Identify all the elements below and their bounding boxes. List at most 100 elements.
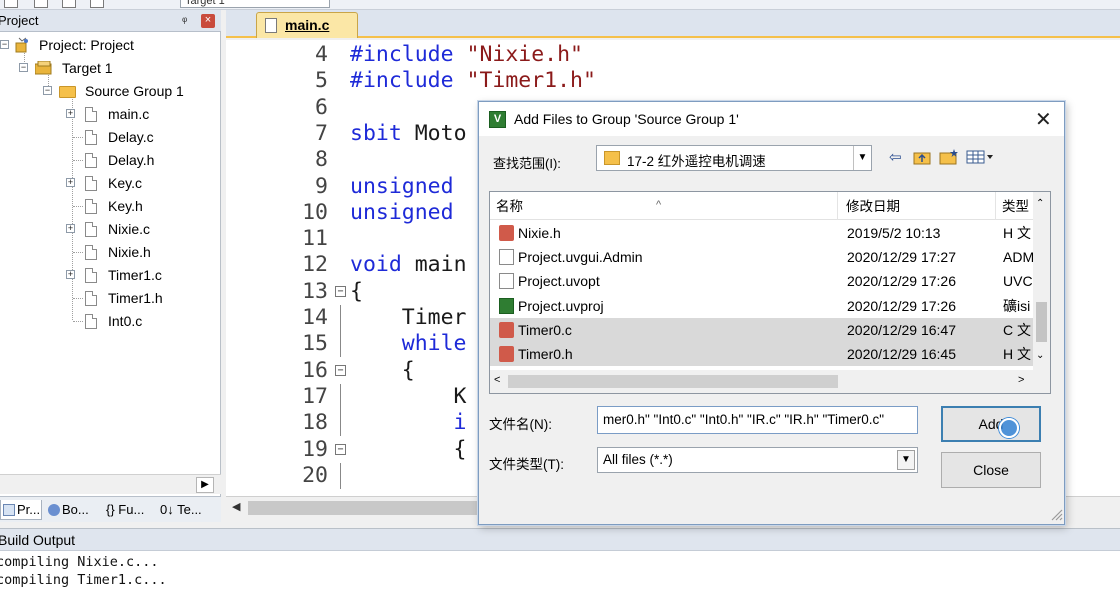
- tree-file[interactable]: Key.h: [0, 195, 221, 217]
- code-line[interactable]: 5 #include "Timer1.h": [226, 68, 1120, 94]
- lookin-select[interactable]: 17-2 红外遥控电机调速 ▼: [596, 145, 872, 171]
- text-file-icon: [499, 273, 514, 290]
- tab-main-c[interactable]: main.c: [256, 12, 358, 38]
- expand-icon[interactable]: +: [66, 270, 75, 279]
- tree-hscrollbar[interactable]: ▶: [0, 474, 221, 494]
- code-text: i: [350, 410, 467, 436]
- tab-templates[interactable]: 0↓ Te...: [158, 500, 214, 520]
- collapse-icon[interactable]: −: [0, 40, 9, 49]
- collapse-icon[interactable]: −: [19, 63, 28, 72]
- scroll-down-icon[interactable]: ⌄: [1036, 350, 1044, 361]
- tree-file[interactable]: Nixie.h: [0, 241, 221, 263]
- column-type[interactable]: 类型: [996, 192, 1034, 220]
- chevron-down-icon[interactable]: ▼: [897, 450, 915, 470]
- file-row[interactable]: Timer0.c 2020/12/29 16:47 C 文: [490, 317, 1033, 342]
- tree-file[interactable]: + Timer1.c: [0, 264, 221, 286]
- fold-toggle-icon[interactable]: −: [335, 364, 346, 376]
- code-text: while: [350, 331, 467, 357]
- scroll-thumb[interactable]: [508, 375, 838, 388]
- code-token: unsigned: [350, 173, 454, 199]
- new-folder-icon[interactable]: [939, 148, 959, 165]
- close-button[interactable]: Close: [941, 452, 1041, 488]
- code-line[interactable]: 4 #include "Nixie.h": [226, 42, 1120, 68]
- collapse-icon[interactable]: −: [43, 86, 52, 95]
- tab-functions[interactable]: {} Fu...: [104, 500, 154, 520]
- column-label: 名称: [496, 199, 523, 214]
- file-row[interactable]: Project.uvproj 2020/12/29 17:26 礦isi: [490, 294, 1033, 318]
- close-icon[interactable]: ×: [201, 14, 215, 28]
- tab-label: 0↓ Te...: [160, 502, 202, 517]
- tab-label: {} Fu...: [106, 502, 145, 517]
- line-number: 16: [302, 357, 328, 383]
- file-list-hscrollbar[interactable]: < >: [490, 370, 1050, 393]
- toolbar-icon[interactable]: [62, 0, 76, 8]
- tree-file[interactable]: Int0.c: [0, 310, 221, 332]
- filetype-select[interactable]: All files (*.*) ▼: [597, 447, 918, 473]
- fold-toggle-icon[interactable]: −: [335, 443, 346, 455]
- file-list-vscrollbar[interactable]: ⌃ ⌄: [1033, 192, 1050, 370]
- file-name: Project.uvopt: [518, 273, 600, 290]
- scroll-up-icon[interactable]: ⌃: [1036, 198, 1044, 209]
- file-row[interactable]: Timer0.h 2020/12/29 16:45 H 文: [490, 342, 1033, 366]
- tree-target[interactable]: − Target 1: [0, 57, 221, 79]
- tree-file[interactable]: Delay.h: [0, 149, 221, 171]
- file-type: UVC: [1003, 273, 1033, 290]
- tab-project[interactable]: Pr...: [0, 500, 42, 520]
- scroll-left-icon[interactable]: <: [494, 374, 500, 386]
- code-text: Timer: [350, 305, 467, 331]
- fold-toggle-icon[interactable]: −: [335, 285, 346, 297]
- file-date: 2020/12/29 16:45: [847, 346, 956, 362]
- pin-icon[interactable]: ᵠ: [182, 10, 187, 32]
- file-row[interactable]: Nixie.h 2019/5/2 10:13 H 文: [490, 221, 1033, 245]
- tree-file[interactable]: Timer1.h: [0, 287, 221, 309]
- column-name[interactable]: 名称 ^: [490, 192, 838, 220]
- column-date[interactable]: 修改日期: [840, 192, 996, 220]
- file-row[interactable]: Project.uvgui.Admin 2020/12/29 17:27 ADM: [490, 245, 1034, 269]
- tree-file[interactable]: + Nixie.c: [0, 218, 221, 240]
- filename-input[interactable]: mer0.h" "Int0.c" "Int0.h" "IR.c" "IR.h" …: [597, 406, 918, 434]
- file-icon: [85, 130, 97, 145]
- file-row[interactable]: Project.uvopt 2020/12/29 17:26 UVC: [490, 269, 1033, 293]
- toolbar-icon[interactable]: [4, 0, 18, 8]
- file-list-header: 名称 ^ 修改日期 类型: [490, 192, 1050, 220]
- expand-icon[interactable]: +: [66, 109, 75, 118]
- expand-icon[interactable]: +: [66, 178, 75, 187]
- scroll-right-icon[interactable]: >: [1018, 374, 1024, 386]
- file-icon: [85, 291, 97, 306]
- close-icon[interactable]: ✕: [1035, 107, 1052, 132]
- add-files-dialog: V Add Files to Group 'Source Group 1' ✕ …: [478, 101, 1065, 525]
- project-panel: Project ᵠ × − Project: Project − Target …: [0, 10, 221, 522]
- tree-file[interactable]: + main.c: [0, 103, 221, 125]
- toolbar-icon[interactable]: [34, 0, 48, 8]
- line-number: 15: [302, 331, 328, 357]
- toolbar-icon[interactable]: [90, 0, 104, 8]
- target-select[interactable]: Target 1: [180, 0, 330, 8]
- up-folder-icon[interactable]: [913, 149, 931, 165]
- file-list[interactable]: 名称 ^ 修改日期 类型 Nixie.h 2019/5/2 10:13 H 文 Pro…: [489, 191, 1051, 394]
- tree-file[interactable]: + Key.c: [0, 172, 221, 194]
- scroll-thumb[interactable]: [1036, 302, 1047, 342]
- tab-books[interactable]: Bo...: [46, 500, 98, 520]
- tree-project-root[interactable]: − Project: Project: [0, 34, 221, 56]
- tree-group[interactable]: − Source Group 1: [0, 80, 221, 102]
- expand-icon[interactable]: +: [66, 224, 75, 233]
- project-icon: [15, 37, 28, 53]
- scroll-thumb[interactable]: [248, 501, 508, 515]
- tree-label: Project: Project: [39, 37, 134, 53]
- scroll-right-icon[interactable]: ▶: [196, 477, 214, 493]
- column-label: 类型: [1002, 199, 1029, 214]
- line-number: 17: [302, 383, 328, 409]
- tree-file[interactable]: Delay.c: [0, 126, 221, 148]
- view-menu-icon[interactable]: [966, 150, 996, 164]
- file-icon: [85, 245, 97, 260]
- resize-grip-icon[interactable]: [1049, 507, 1063, 521]
- add-button[interactable]: Add: [941, 406, 1041, 442]
- h-file-icon: [499, 225, 514, 241]
- panel-title: Project: [0, 13, 39, 28]
- chevron-down-icon[interactable]: ▼: [853, 146, 871, 170]
- back-icon[interactable]: ⇦: [889, 148, 902, 166]
- scroll-left-icon[interactable]: ◀: [232, 500, 240, 513]
- file-name: Project.uvgui.Admin: [518, 249, 643, 266]
- build-log-line: compiling Timer1.c...: [0, 572, 167, 588]
- file-icon: [85, 314, 97, 329]
